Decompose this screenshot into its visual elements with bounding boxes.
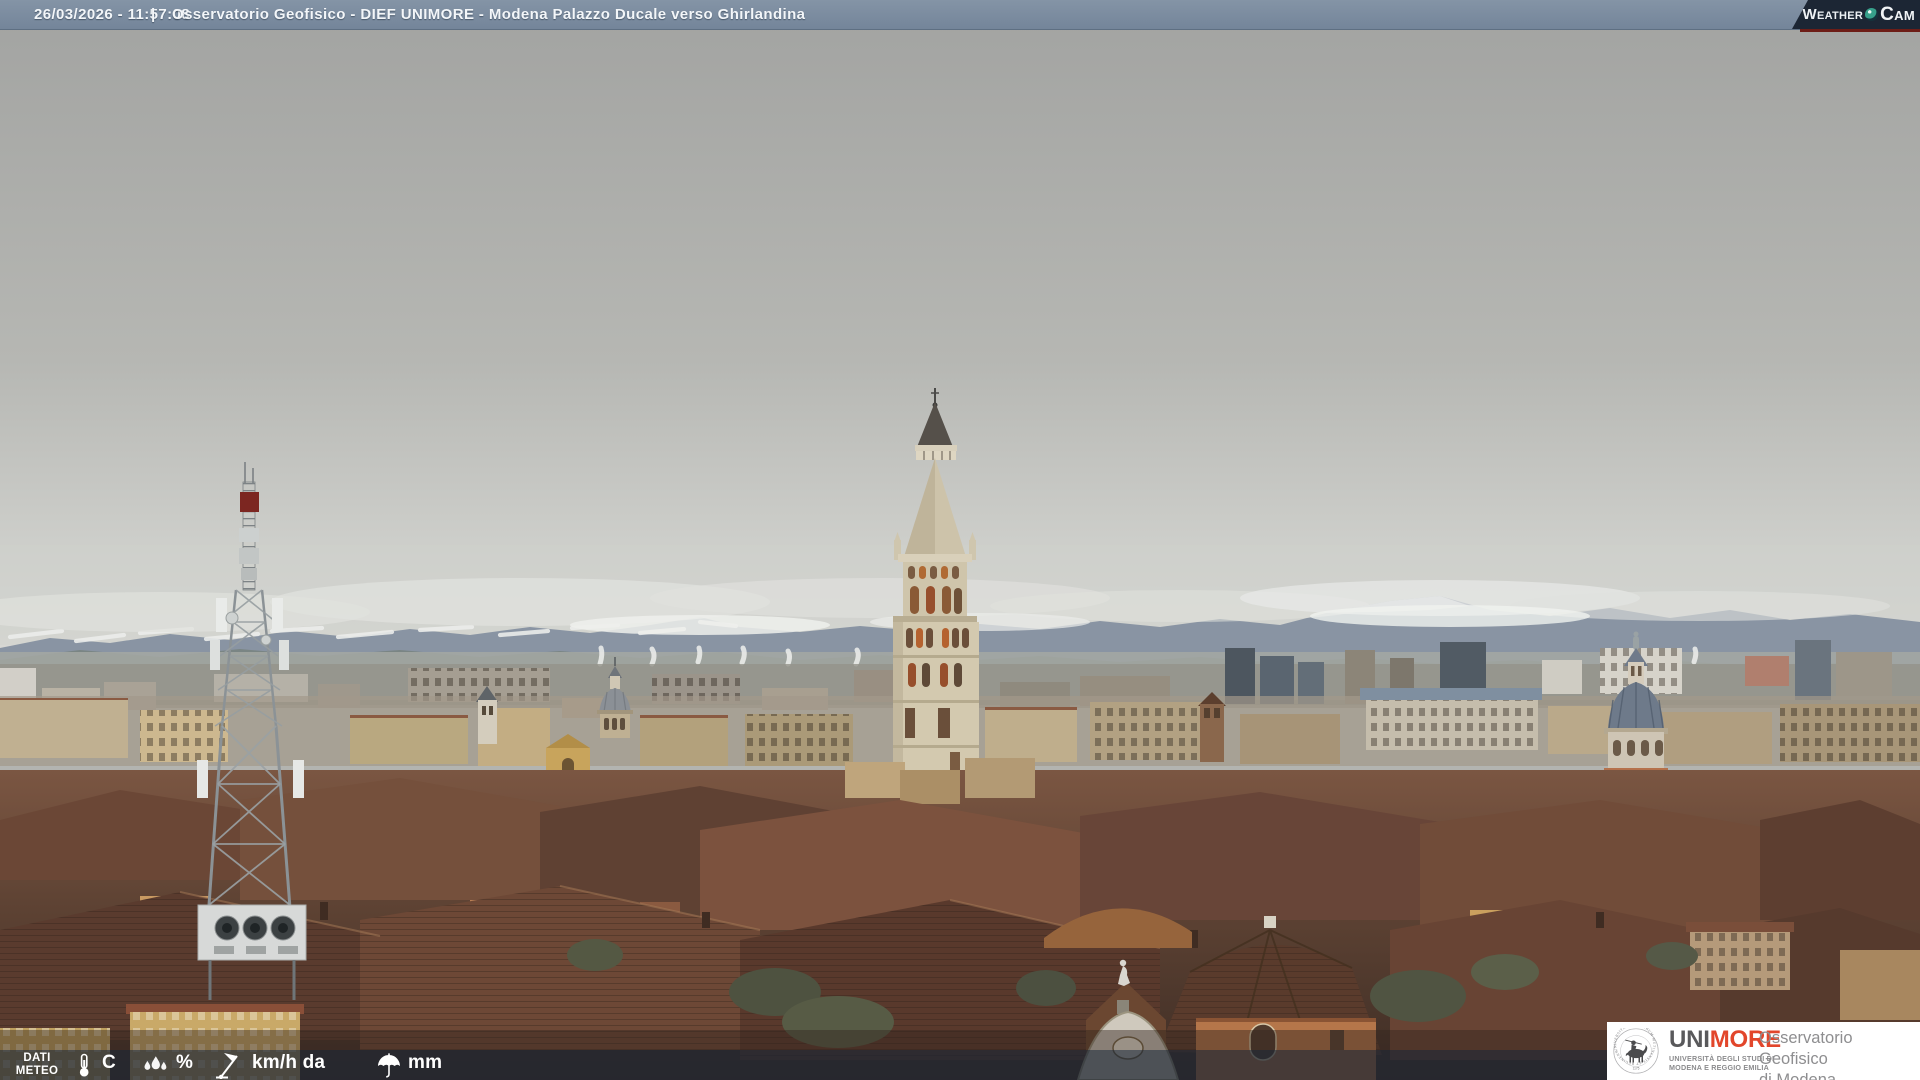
wind-vane-icon (216, 1053, 238, 1079)
separator: | (151, 6, 156, 23)
thermometer-icon (79, 1053, 89, 1077)
webcam-page: 26/03/2026 - 11:57:08 | Osservatorio Geo… (0, 0, 1920, 1080)
humidity-unit: % (176, 1052, 194, 1073)
meteo-label: DATI METEO (8, 1052, 66, 1078)
weathercam-logo-weather: Weather (1802, 6, 1864, 23)
unimore-seal-icon: UNIVERSITAS STUDIORUM MUTINENSIS ET REGI… (1613, 1028, 1659, 1074)
precipitation-unit: mm (408, 1052, 443, 1073)
observatory-name-line2: di Modena (1759, 1071, 1837, 1080)
weathercam-dot-icon (1865, 8, 1879, 21)
timestamp: 26/03/2026 - 11:57:08 (34, 6, 191, 23)
observatory-name-line1: Osservatorio Geofisico (1759, 1029, 1853, 1068)
weathercam-logo[interactable]: Weather Cam (1792, 0, 1920, 29)
timestamp-bar: 26/03/2026 - 11:57:08 | Osservatorio Geo… (0, 0, 1920, 30)
seal-year: 1175 (1633, 1067, 1640, 1071)
observatory-name: Osservatorio Geofisico di Modena (1759, 1028, 1920, 1080)
meteo-label-line2: METEO (15, 1065, 59, 1077)
humidity-icon (144, 1056, 167, 1070)
meteo-label-line1: DATI (23, 1052, 51, 1064)
webcam-photo (0, 0, 1920, 1080)
temperature-unit: C (102, 1052, 116, 1073)
weathercam-logo-cam: Cam (1880, 3, 1915, 25)
weathercam-red-strip (1800, 29, 1920, 32)
unimore-wordmark-uni: UNI (1669, 1026, 1710, 1053)
unimore-branding[interactable]: UNIVERSITAS STUDIORUM MUTINENSIS ET REGI… (1607, 1022, 1920, 1080)
camera-title: Osservatorio Geofisico - DIEF UNIMORE - … (172, 6, 806, 23)
umbrella-icon (378, 1053, 400, 1078)
wind-unit: km/h da (252, 1052, 326, 1073)
